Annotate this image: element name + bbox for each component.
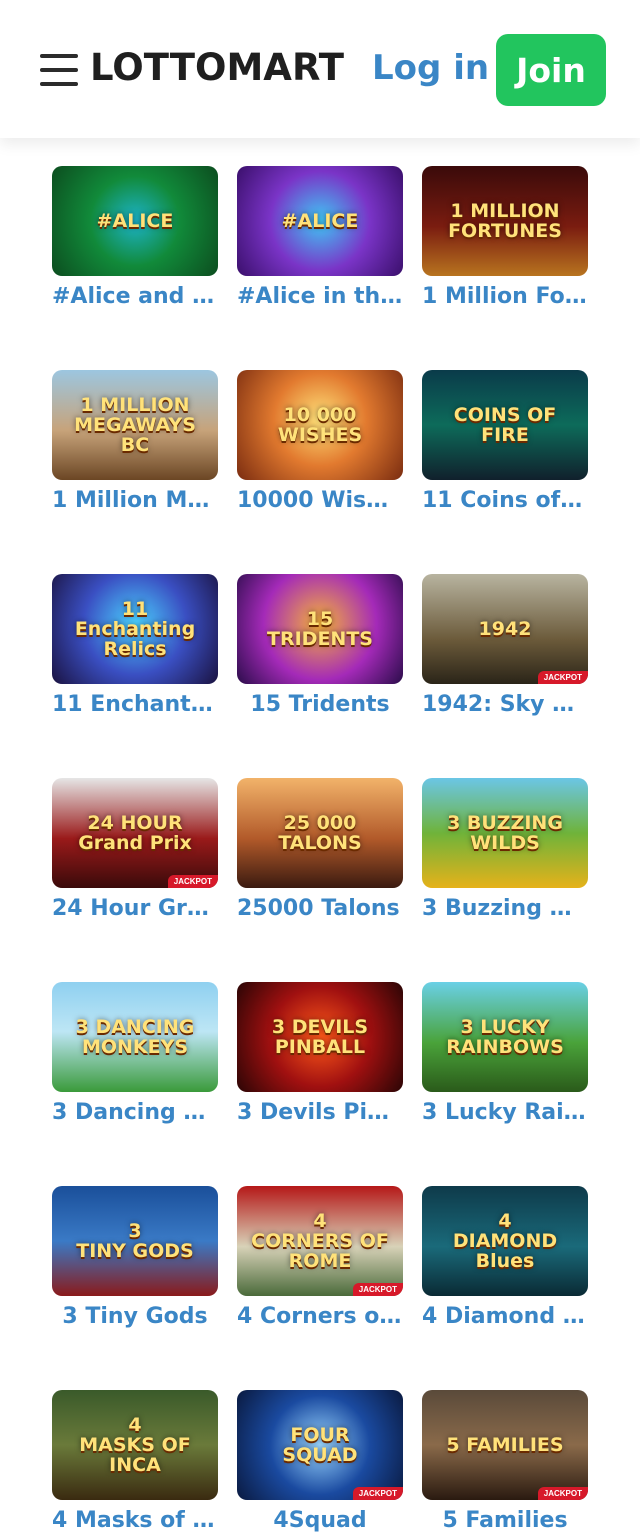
game-title[interactable]: #Alice in the Wild: [237, 284, 403, 312]
game-title[interactable]: 11 Coins of Fire: [422, 488, 588, 516]
game-thumbnail-art: 1942: [478, 618, 532, 640]
game-title[interactable]: 3 Lucky Rainbows: [422, 1100, 588, 1128]
menu-icon-bar: [40, 54, 78, 58]
game-thumbnail[interactable]: 1 MILLION FORTUNES: [422, 166, 588, 276]
game-title[interactable]: 4Squad: [237, 1508, 403, 1536]
game-thumbnail-art: FOUR SQUAD: [282, 1424, 358, 1466]
game-card[interactable]: 15 TRIDENTS 15 Tridents: [237, 574, 403, 720]
game-thumbnail[interactable]: 1 MILLION MEGAWAYS BC: [52, 370, 218, 480]
game-thumbnail-art: 24 HOUR Grand Prix: [78, 812, 192, 854]
site-header: LOTTOMART Log in Join: [0, 0, 640, 138]
game-thumbnail[interactable]: 3 TINY GODS: [52, 1186, 218, 1296]
game-card[interactable]: COINS OF FIRE 11 Coins of Fire: [422, 370, 588, 516]
game-title[interactable]: 3 Dancing Monkeys: [52, 1100, 218, 1128]
game-thumbnail[interactable]: 11 Enchanting Relics: [52, 574, 218, 684]
game-thumbnail[interactable]: 3 BUZZING WILDS: [422, 778, 588, 888]
game-card[interactable]: 4 MASKS OF INCA 4 Masks of Inca: [52, 1390, 218, 1536]
game-card[interactable]: 4 CORNERS OF ROME JACKPOT 4 Corners of Rom…: [237, 1186, 403, 1332]
game-thumbnail-art: 25 000 TALONS: [278, 812, 362, 854]
game-thumbnail[interactable]: 3 DANCING MONKEYS: [52, 982, 218, 1092]
game-card[interactable]: 11 Enchanting Relics 11 Enchanting Relics: [52, 574, 218, 720]
game-thumbnail-art: 3 DANCING MONKEYS: [75, 1016, 195, 1058]
game-card[interactable]: #ALICE #Alice and the Mad Respin Party: [52, 166, 218, 312]
game-card[interactable]: #ALICE #Alice in the Wild: [237, 166, 403, 312]
game-thumbnail[interactable]: 24 HOUR Grand Prix JACKPOT: [52, 778, 218, 888]
game-thumbnail[interactable]: COINS OF FIRE: [422, 370, 588, 480]
game-card[interactable]: 24 HOUR Grand Prix JACKPOT 24 Hour Grand P…: [52, 778, 218, 924]
game-card[interactable]: 1 MILLION MEGAWAYS BC 1 Million Megaways …: [52, 370, 218, 516]
game-title[interactable]: 3 Devils Pinball: [237, 1100, 403, 1128]
jackpot-badge: JACKPOT: [167, 875, 218, 888]
game-thumbnail[interactable]: 4 CORNERS OF ROME JACKPOT: [237, 1186, 403, 1296]
menu-icon[interactable]: [40, 54, 78, 86]
game-title[interactable]: 24 Hour Grand Prix: [52, 896, 218, 924]
game-thumbnail[interactable]: 3 DEVILS PINBALL: [237, 982, 403, 1092]
game-thumbnail[interactable]: FOUR SQUAD JACKPOT: [237, 1390, 403, 1500]
game-title[interactable]: 15 Tridents: [237, 692, 403, 720]
game-thumbnail-art: 3 TINY GODS: [76, 1220, 194, 1262]
game-thumbnail-art: 3 LUCKY RAINBOWS: [446, 1016, 564, 1058]
game-thumbnail[interactable]: #ALICE: [237, 166, 403, 276]
game-title[interactable]: 3 Buzzing Wilds: [422, 896, 588, 924]
game-thumbnail-art: 3 DEVILS PINBALL: [271, 1016, 369, 1058]
jackpot-badge: JACKPOT: [352, 1283, 403, 1296]
game-title[interactable]: 3 Tiny Gods: [52, 1304, 218, 1332]
game-title[interactable]: 10000 Wishes: [237, 488, 403, 516]
game-title[interactable]: #Alice and the Mad Respin Party: [52, 284, 218, 312]
game-title[interactable]: 1 Million Megaways BC: [52, 488, 218, 516]
game-thumbnail[interactable]: 10 000 WISHES: [237, 370, 403, 480]
game-thumbnail-art: 1 MILLION MEGAWAYS BC: [74, 394, 196, 456]
game-card[interactable]: 5 FAMILIES JACKPOT 5 Families: [422, 1390, 588, 1536]
game-thumbnail-art: #ALICE: [281, 210, 359, 232]
game-thumbnail[interactable]: 4 MASKS OF INCA: [52, 1390, 218, 1500]
menu-icon-bar: [40, 68, 78, 72]
game-thumbnail-art: 3 BUZZING WILDS: [447, 812, 563, 854]
game-thumbnail-art: 4 CORNERS OF ROME: [251, 1210, 389, 1272]
game-thumbnail[interactable]: 25 000 TALONS: [237, 778, 403, 888]
menu-icon-bar: [40, 82, 78, 86]
game-thumbnail-art: 1 MILLION FORTUNES: [448, 200, 562, 242]
games-grid: #ALICE#Alice and the Mad Respin Party#AL…: [52, 166, 588, 1536]
game-title[interactable]: 1 Million Fortunes Megaways: [422, 284, 588, 312]
game-thumbnail-art: 11 Enchanting Relics: [74, 598, 196, 660]
jackpot-badge: JACKPOT: [537, 671, 588, 684]
jackpot-badge: JACKPOT: [352, 1487, 403, 1500]
game-thumbnail-art: #ALICE: [96, 210, 174, 232]
game-thumbnail-art: 5 FAMILIES: [446, 1434, 564, 1456]
game-thumbnail[interactable]: #ALICE: [52, 166, 218, 276]
game-title[interactable]: 4 Masks of Inca: [52, 1508, 218, 1536]
game-title[interactable]: 5 Families: [422, 1508, 588, 1536]
site-logo[interactable]: LOTTOMART: [90, 46, 344, 89]
game-thumbnail[interactable]: 15 TRIDENTS: [237, 574, 403, 684]
game-card[interactable]: 1942 JACKPOT 1942: Sky Warrior: [422, 574, 588, 720]
game-thumbnail[interactable]: 4 DIAMOND Blues: [422, 1186, 588, 1296]
game-card[interactable]: 3 LUCKY RAINBOWS 3 Lucky Rainbows: [422, 982, 588, 1128]
game-thumbnail-art: 15 TRIDENTS: [267, 608, 373, 650]
game-title[interactable]: 11 Enchanting Relics: [52, 692, 218, 720]
game-card[interactable]: 3 TINY GODS 3 Tiny Gods: [52, 1186, 218, 1332]
login-link[interactable]: Log in: [372, 48, 489, 88]
game-thumbnail-art: 4 MASKS OF INCA: [79, 1414, 191, 1476]
game-thumbnail-art: 4 DIAMOND Blues: [452, 1210, 558, 1272]
game-thumbnail[interactable]: 1942 JACKPOT: [422, 574, 588, 684]
game-card[interactable]: 4 DIAMOND Blues 4 Diamond Blues Megaways: [422, 1186, 588, 1332]
game-card[interactable]: 3 DANCING MONKEYS 3 Dancing Monkeys: [52, 982, 218, 1128]
game-card[interactable]: 10 000 WISHES 10000 Wishes: [237, 370, 403, 516]
game-card[interactable]: 3 DEVILS PINBALL 3 Devils Pinball: [237, 982, 403, 1128]
game-thumbnail-art: 10 000 WISHES: [277, 404, 363, 446]
game-title[interactable]: 25000 Talons: [237, 896, 403, 924]
game-title[interactable]: 4 Diamond Blues Megaways: [422, 1304, 588, 1332]
game-card[interactable]: 3 BUZZING WILDS 3 Buzzing Wilds: [422, 778, 588, 924]
game-card[interactable]: FOUR SQUAD JACKPOT 4Squad: [237, 1390, 403, 1536]
game-card[interactable]: 25 000 TALONS 25000 Talons: [237, 778, 403, 924]
game-thumbnail[interactable]: 3 LUCKY RAINBOWS: [422, 982, 588, 1092]
game-thumbnail[interactable]: 5 FAMILIES JACKPOT: [422, 1390, 588, 1500]
game-title[interactable]: 1942: Sky Warrior: [422, 692, 588, 720]
join-button[interactable]: Join: [496, 34, 606, 106]
jackpot-badge: JACKPOT: [537, 1487, 588, 1500]
game-thumbnail-art: COINS OF FIRE: [453, 404, 557, 446]
game-title[interactable]: 4 Corners of Rome: [237, 1304, 403, 1332]
game-card[interactable]: 1 MILLION FORTUNES 1 Million Fortunes Meg…: [422, 166, 588, 312]
